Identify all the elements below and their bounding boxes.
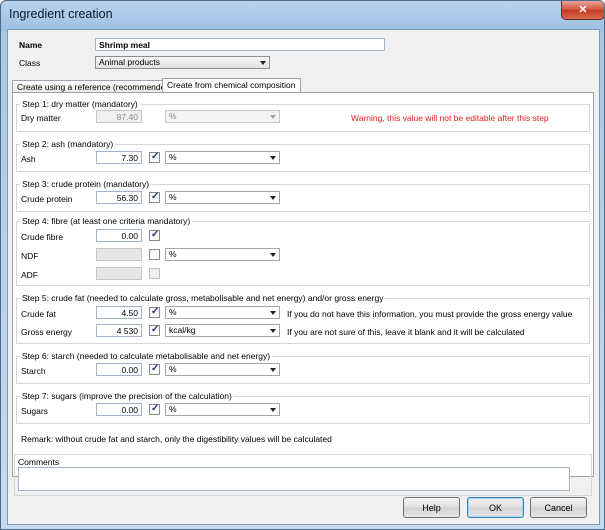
ndf-unit-value: % <box>169 249 177 259</box>
crude-fat-hint: If you do not have this information, you… <box>287 309 573 319</box>
adf-checkbox[interactable] <box>149 268 160 279</box>
step6-title: Step 6: starch (needed to calculate meta… <box>20 351 273 361</box>
sugars-checkbox[interactable]: ✓ <box>149 403 160 415</box>
help-button-label: Help <box>422 502 441 513</box>
dry-matter-unit-select[interactable]: % <box>165 110 280 123</box>
title-bar[interactable]: Ingredient creation ✕ <box>1 1 604 29</box>
crude-protein-label: Crude protein <box>21 194 73 204</box>
ndf-input[interactable] <box>96 248 142 261</box>
crude-protein-unit-value: % <box>169 192 177 202</box>
step1-title: Step 1: dry matter (mandatory) <box>20 99 140 109</box>
step5-group: Step 5: crude fat (needed to calculate g… <box>16 293 590 344</box>
adf-input[interactable] <box>96 267 142 280</box>
class-label: Class <box>19 58 41 68</box>
ash-checkbox[interactable]: ✓ <box>149 151 160 163</box>
starch-unit-select[interactable]: % <box>165 363 280 376</box>
crude-fat-input[interactable]: 4.50 <box>96 306 142 319</box>
gross-energy-input[interactable]: 4 530 <box>96 324 142 337</box>
step4-title: Step 4: fibre (at least one criteria man… <box>20 216 193 226</box>
ash-label: Ash <box>21 154 36 164</box>
ndf-label: NDF <box>21 251 39 261</box>
crude-protein-unit-select[interactable]: % <box>165 191 280 204</box>
crude-fat-checkbox[interactable]: ✓ <box>149 306 160 318</box>
help-button[interactable]: Help <box>403 497 460 518</box>
ok-button-label: OK <box>488 502 502 513</box>
ash-input[interactable]: 7.30 <box>96 151 142 164</box>
crude-protein-input[interactable]: 56.30 <box>96 191 142 204</box>
starch-input[interactable]: 0.00 <box>96 363 142 376</box>
checkmark-icon: ✓ <box>151 363 160 374</box>
close-icon: ✕ <box>578 3 588 16</box>
chevron-down-icon <box>270 156 276 160</box>
dialog-window: Ingredient creation ✕ Name Shrimp meal C… <box>0 0 605 530</box>
checkmark-icon: ✓ <box>151 229 160 240</box>
sugars-unit-select[interactable]: % <box>165 403 280 416</box>
chevron-down-icon <box>260 61 266 65</box>
crude-fibre-label: Crude fibre <box>21 232 64 242</box>
name-input[interactable]: Shrimp meal <box>95 38 385 51</box>
crude-protein-checkbox[interactable]: ✓ <box>149 191 160 203</box>
chevron-down-icon <box>270 368 276 372</box>
close-button[interactable]: ✕ <box>561 1 604 20</box>
name-label: Name <box>19 40 43 50</box>
tab-reference-label: Create using a reference (recommended) <box>17 82 173 92</box>
checkmark-icon: ✓ <box>151 324 160 335</box>
dry-matter-label: Dry matter <box>21 113 61 123</box>
comments-label: Comments <box>18 457 60 467</box>
remark-text: Remark: without crude fat and starch, on… <box>21 434 332 444</box>
tab-chemical-composition[interactable]: Create from chemical composition <box>162 78 301 93</box>
chevron-down-icon <box>270 408 276 412</box>
starch-unit-value: % <box>169 364 177 374</box>
cancel-button[interactable]: Cancel <box>530 497 587 518</box>
crude-fat-label: Crude fat <box>21 309 56 319</box>
gross-energy-checkbox[interactable]: ✓ <box>149 324 160 336</box>
tab-chemical-composition-label: Create from chemical composition <box>167 80 296 90</box>
class-select[interactable]: Animal products <box>95 56 270 69</box>
tab-panel-chemical-composition: Step 1: dry matter (mandatory) Dry matte… <box>12 92 594 477</box>
ndf-checkbox[interactable] <box>149 249 160 260</box>
crude-fat-unit-value: % <box>169 307 177 317</box>
step7-title: Step 7: sugars (improve the precision of… <box>20 391 234 401</box>
checkmark-icon: ✓ <box>151 151 160 162</box>
dry-matter-input[interactable]: 87.40 <box>96 110 142 123</box>
starch-label: Starch <box>21 366 46 376</box>
step3-title: Step 3: crude protein (mandatory) <box>20 179 152 189</box>
crude-fibre-checkbox[interactable]: ✓ <box>149 229 160 241</box>
dry-matter-unit-value: % <box>169 111 177 121</box>
dialog-client-area: Name Shrimp meal Class Animal products C… <box>7 29 600 525</box>
gross-energy-unit-value: kcal/kg <box>169 325 196 335</box>
chevron-down-icon <box>270 196 276 200</box>
ndf-unit-select[interactable]: % <box>165 248 280 261</box>
ash-unit-value: % <box>169 152 177 162</box>
step5-title: Step 5: crude fat (needed to calculate g… <box>20 293 386 303</box>
step2-title: Step 2: ash (mandatory) <box>20 139 116 149</box>
chevron-down-icon <box>270 329 276 333</box>
crude-fat-unit-select[interactable]: % <box>165 306 280 319</box>
cancel-button-label: Cancel <box>544 502 573 513</box>
checkmark-icon: ✓ <box>151 191 160 202</box>
sugars-label: Sugars <box>21 406 48 416</box>
crude-fibre-input[interactable]: 0.00 <box>96 229 142 242</box>
ok-button[interactable]: OK <box>467 497 524 518</box>
gross-energy-hint: If you are not sure of this, leave it bl… <box>287 327 525 337</box>
checkmark-icon: ✓ <box>151 306 160 317</box>
sugars-unit-value: % <box>169 404 177 414</box>
checkmark-icon: ✓ <box>151 403 160 414</box>
ash-unit-select[interactable]: % <box>165 151 280 164</box>
gross-energy-unit-select[interactable]: kcal/kg <box>165 324 280 337</box>
sugars-input[interactable]: 0.00 <box>96 403 142 416</box>
gross-energy-label: Gross energy <box>21 327 73 337</box>
comments-input[interactable] <box>18 467 570 491</box>
adf-label: ADF <box>21 270 38 280</box>
dry-matter-warning: Warning, this value will not be editable… <box>351 113 549 123</box>
chevron-down-icon <box>270 115 276 119</box>
chevron-down-icon <box>270 311 276 315</box>
starch-checkbox[interactable]: ✓ <box>149 363 160 375</box>
chevron-down-icon <box>270 253 276 257</box>
window-title: Ingredient creation <box>9 7 113 21</box>
class-select-value: Animal products <box>99 57 160 67</box>
